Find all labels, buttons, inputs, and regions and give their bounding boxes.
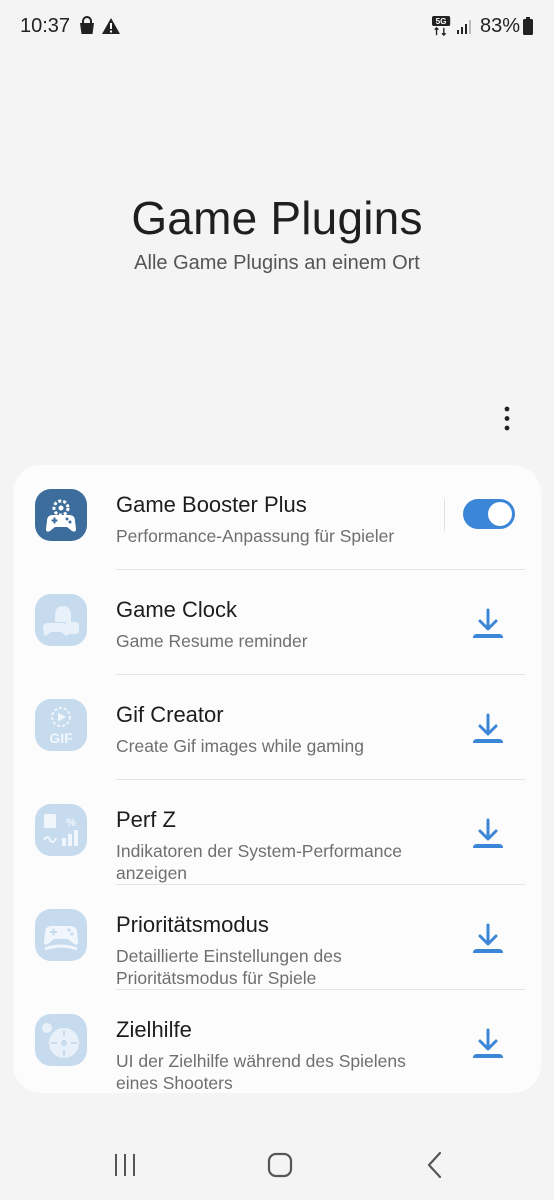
plugin-description: Game Resume reminder: [116, 631, 308, 651]
shopping-bag-icon: [80, 16, 94, 34]
plugin-description: Detaillierte Einstellungen des Priorität…: [116, 946, 342, 988]
aim-assist-icon: [35, 1014, 87, 1066]
recent-apps-icon[interactable]: [105, 1148, 145, 1182]
page-title: Game Plugins: [131, 192, 423, 244]
plugin-list: Game Booster Plus Performance-Anpassung …: [13, 465, 541, 1093]
plugin-description: UI der Zielhilfe während des Spielens ei…: [116, 1051, 406, 1093]
game-clock-icon: [35, 594, 87, 646]
download-icon[interactable]: [468, 709, 508, 749]
gif-creator-icon: GIF: [35, 699, 87, 751]
back-icon[interactable]: [415, 1148, 455, 1182]
game-booster-icon: [35, 489, 87, 541]
plugin-row-perf-z[interactable]: % Perf Z Indikatoren der System-Performa…: [13, 780, 541, 885]
plugin-description: Indikatoren der System-Performance anzei…: [116, 841, 402, 883]
plugin-description: Performance-Anpassung für Spieler: [116, 526, 395, 546]
toggle-divider: [444, 499, 445, 531]
game-booster-toggle[interactable]: [463, 499, 515, 529]
plugin-description: Create Gif images while gaming: [116, 736, 365, 756]
svg-text:GIF: GIF: [49, 730, 73, 746]
battery-icon: [523, 17, 533, 35]
svg-text:%: %: [66, 817, 76, 829]
status-time: 10:37: [20, 15, 71, 37]
plugin-row-zielhilfe[interactable]: Zielhilfe UI der Zielhilfe während des S…: [13, 990, 541, 1095]
plugin-name: Gif Creator: [116, 702, 224, 727]
signal-icon: [457, 20, 471, 34]
perf-z-icon: %: [35, 804, 87, 856]
more-options-icon[interactable]: [492, 401, 522, 437]
plugin-name: Game Clock: [116, 597, 238, 622]
plugin-row-gif-creator[interactable]: GIF Gif Creator Create Gif images while …: [13, 675, 541, 780]
svg-text:5G: 5G: [436, 17, 447, 26]
plugin-name: Perf Z: [116, 807, 176, 832]
plugin-row-game-booster-plus[interactable]: Game Booster Plus Performance-Anpassung …: [13, 465, 541, 570]
warning-icon: [102, 18, 120, 34]
download-icon[interactable]: [468, 919, 508, 959]
plugin-name: Game Booster Plus: [116, 492, 307, 517]
header: Game Plugins Alle Game Plugins an einem …: [0, 190, 554, 275]
network-5g-icon: 5G: [432, 16, 451, 36]
plugin-name: Prioritätsmodus: [116, 912, 269, 937]
plugin-name: Zielhilfe: [116, 1017, 192, 1042]
home-icon[interactable]: [260, 1148, 300, 1182]
battery-level: 83%: [479, 15, 520, 37]
plugin-row-prioritaetsmodus[interactable]: Prioritätsmodus Detaillierte Einstellung…: [13, 885, 541, 990]
navigation-bar: [0, 1128, 554, 1200]
download-icon[interactable]: [468, 604, 508, 644]
toggle-knob: [488, 502, 512, 526]
priority-mode-icon: [35, 909, 87, 961]
page-subtitle: Alle Game Plugins an einem Ort: [134, 252, 420, 274]
plugin-row-game-clock[interactable]: Game Clock Game Resume reminder: [13, 570, 541, 675]
status-bar: 10:37 5G 83%: [0, 0, 554, 54]
download-icon[interactable]: [468, 814, 508, 854]
download-icon[interactable]: [468, 1024, 508, 1064]
